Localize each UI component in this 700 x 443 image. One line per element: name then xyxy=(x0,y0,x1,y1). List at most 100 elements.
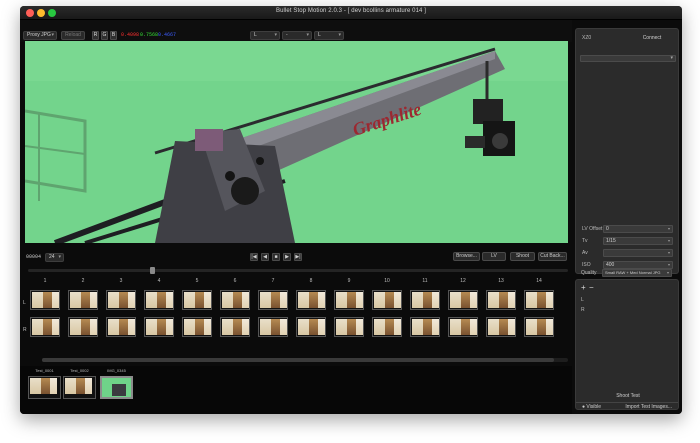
thumb-panel xyxy=(347,292,356,308)
list-item-l[interactable]: L xyxy=(581,297,584,303)
test-thumbnail-selected[interactable] xyxy=(100,376,133,399)
channel-g-button[interactable]: G xyxy=(101,31,108,40)
channel-r-button[interactable]: R xyxy=(92,31,99,40)
shoot-test-button[interactable]: Shoot Test xyxy=(580,392,676,401)
fps-select[interactable]: 24 ▾ xyxy=(45,253,64,262)
row-label-l: L xyxy=(23,300,26,306)
field-value: 400 xyxy=(606,262,615,268)
thumb-panel xyxy=(347,319,356,335)
connect-button[interactable]: Connect xyxy=(628,34,676,43)
field-label: ISO xyxy=(582,262,591,268)
frame-thumbnail-left[interactable] xyxy=(410,290,440,310)
proxy-select[interactable]: Proxy JPG ▾ xyxy=(23,31,57,40)
frame-thumbnail-left[interactable] xyxy=(68,290,98,310)
frame-thumbnail-right[interactable] xyxy=(524,317,554,337)
thumb-panel xyxy=(50,378,57,394)
frame-thumbnail-right[interactable] xyxy=(106,317,136,337)
thumb-panel xyxy=(385,319,394,335)
cut-back-button[interactable]: Cut Back... xyxy=(538,252,567,261)
frame-thumbnail-left[interactable] xyxy=(486,290,516,310)
frame-thumbnail-right[interactable] xyxy=(220,317,250,337)
frame-thumbnail-left[interactable] xyxy=(334,290,364,310)
proxy-select-label: Proxy JPG xyxy=(27,32,51,38)
go-to-end-button[interactable]: ▶| xyxy=(294,253,302,261)
thumb-panel xyxy=(222,319,233,335)
thumb-panel xyxy=(157,292,166,308)
tv-select[interactable]: 1/15 ▾ xyxy=(603,237,673,245)
live-view-image[interactable]: Graphlite xyxy=(25,41,568,243)
play-button[interactable]: ▶ xyxy=(283,253,291,261)
frame-thumbnail-right[interactable] xyxy=(334,317,364,337)
thumb-panel xyxy=(318,292,325,308)
import-test-images-button[interactable]: Import Test Images... xyxy=(625,404,672,410)
thumb-panel xyxy=(128,319,135,335)
thumb-panel xyxy=(412,319,423,335)
frame-column-number: 8 xyxy=(309,278,313,284)
frame-thumbnail-right[interactable] xyxy=(486,317,516,337)
chevron-down-icon: ▾ xyxy=(670,55,673,61)
scrubber-handle[interactable] xyxy=(150,267,155,274)
browse-button[interactable]: Browse... xyxy=(453,252,480,261)
add-icon[interactable]: + xyxy=(581,283,586,292)
visible-toggle[interactable]: ● Visible xyxy=(582,404,601,410)
chevron-down-icon: ▾ xyxy=(667,262,670,267)
iso-select[interactable]: 400 ▾ xyxy=(603,261,673,269)
stop-button[interactable]: ■ xyxy=(272,253,280,261)
app-window: Bullet Stop Motion 2.0.3 - [ dev bcollin… xyxy=(20,6,682,414)
timeline-scrubber[interactable] xyxy=(28,267,568,274)
frame-thumbnail-left[interactable] xyxy=(258,290,288,310)
frame-thumbnail-left[interactable] xyxy=(524,290,554,310)
av-select[interactable]: ▾ xyxy=(603,249,673,257)
reload-button[interactable]: Reload xyxy=(61,31,85,40)
frame-column-number: 10 xyxy=(384,278,390,284)
thumb-panel xyxy=(81,292,90,308)
thumb-panel xyxy=(394,319,401,335)
thumb-panel xyxy=(537,292,546,308)
quality-select[interactable]: Small RAW + Med Normal JPG ▾ xyxy=(602,269,672,277)
test-shots-strip: Test_0001 Test_0002 IMG_0345 xyxy=(20,366,572,414)
test-thumbnail[interactable] xyxy=(63,376,96,399)
frame-thumbnail-right[interactable] xyxy=(448,317,478,337)
channel-b-button[interactable]: B xyxy=(110,31,117,40)
frame-thumbnail-right[interactable] xyxy=(182,317,212,337)
thumb-panel xyxy=(280,319,287,335)
frame-thumbnail-left[interactable] xyxy=(30,290,60,310)
frame-thumbnail-right[interactable] xyxy=(144,317,174,337)
test-thumbnail[interactable] xyxy=(28,376,61,399)
field-label: LV Offset xyxy=(582,226,603,232)
scrollbar-thumb[interactable] xyxy=(42,358,554,362)
frame-thumbnail-left[interactable] xyxy=(144,290,174,310)
list-item-r[interactable]: R xyxy=(581,307,585,313)
thumb-panel xyxy=(166,292,173,308)
frame-thumbnail-left[interactable] xyxy=(220,290,250,310)
horizontal-scrollbar[interactable] xyxy=(42,358,568,362)
thumb-panel xyxy=(450,319,461,335)
frame-thumbnail-left[interactable] xyxy=(106,290,136,310)
view-select-3[interactable]: L ▾ xyxy=(314,31,344,40)
frame-thumbnail-right[interactable] xyxy=(258,317,288,337)
chevron-down-icon: ▾ xyxy=(274,32,277,38)
frame-column-number: 4 xyxy=(157,278,161,284)
field-value: 0 xyxy=(606,226,609,232)
remove-icon[interactable]: − xyxy=(589,283,594,292)
shoot-button[interactable]: Shoot xyxy=(510,252,535,261)
view-select-1[interactable]: L ▾ xyxy=(250,31,280,40)
frame-thumbnail-right[interactable] xyxy=(30,317,60,337)
frame-thumbnail-right[interactable] xyxy=(68,317,98,337)
frame-thumbnail-right[interactable] xyxy=(410,317,440,337)
frame-thumbnail-left[interactable] xyxy=(372,290,402,310)
frame-thumbnail-right[interactable] xyxy=(296,317,326,337)
lv-offset-select[interactable]: 0 ▾ xyxy=(603,225,673,233)
view-select-2[interactable]: - ▾ xyxy=(282,31,312,40)
test-panel: + − L R Shoot Test ● Visible Import Test… xyxy=(575,279,679,410)
step-back-button[interactable]: ◀ xyxy=(261,253,269,261)
frame-thumbnail-left[interactable] xyxy=(448,290,478,310)
go-to-start-button[interactable]: |◀ xyxy=(250,253,258,261)
thumb-panel xyxy=(470,319,477,335)
camera-select[interactable]: ▾ xyxy=(580,55,676,62)
frame-thumbnail-left[interactable] xyxy=(296,290,326,310)
frame-thumbnail-left[interactable] xyxy=(182,290,212,310)
crane-mini xyxy=(112,384,126,396)
frame-thumbnail-right[interactable] xyxy=(372,317,402,337)
lv-button[interactable]: LV xyxy=(482,252,506,261)
